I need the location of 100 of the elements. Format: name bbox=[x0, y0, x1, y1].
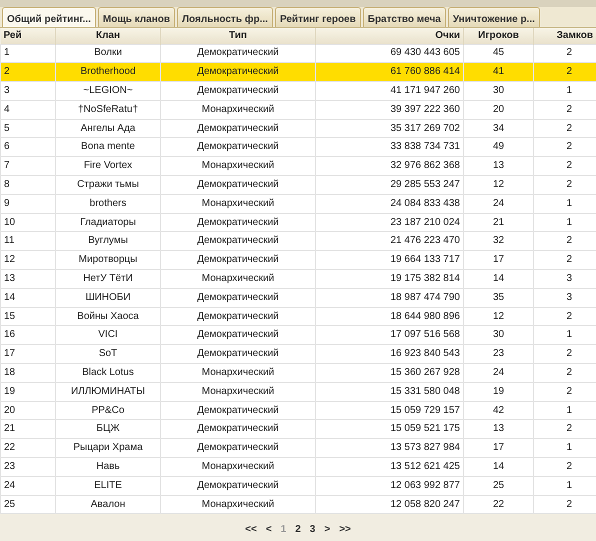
table-cell: Монархический bbox=[160, 100, 316, 120]
table-cell: 13 bbox=[464, 420, 534, 439]
table-cell: 2 bbox=[534, 250, 596, 270]
table-cell: 19 664 133 717 bbox=[316, 250, 464, 270]
table-cell: Демократический bbox=[160, 438, 316, 458]
page-link[interactable]: << bbox=[245, 522, 257, 538]
table-cell: 1 bbox=[0, 44, 56, 63]
table-cell: 3 bbox=[534, 270, 596, 288]
table-cell: 20 bbox=[0, 401, 56, 420]
table-cell: 13 512 621 425 bbox=[316, 458, 464, 476]
table-cell: Демократический bbox=[160, 344, 316, 364]
column-header[interactable]: Тип bbox=[160, 28, 316, 44]
table-cell: 18 987 474 790 bbox=[316, 288, 464, 308]
column-header[interactable]: Игроков bbox=[464, 28, 534, 44]
table-cell: 13 573 827 984 bbox=[316, 438, 464, 458]
table-cell: 15 331 580 048 bbox=[316, 382, 464, 402]
table-cell: Монархический bbox=[160, 156, 316, 176]
table-cell: 1 bbox=[534, 194, 596, 214]
table-cell: 6 bbox=[0, 138, 56, 157]
table-cell: Демократический bbox=[160, 326, 316, 345]
table-cell: 12 bbox=[464, 176, 534, 194]
table-cell: 21 476 223 470 bbox=[316, 232, 464, 251]
table-cell: 14 bbox=[464, 270, 534, 288]
table-cell: 2 bbox=[534, 495, 596, 514]
table-cell: Демократический bbox=[160, 82, 316, 100]
table-cell: ELITE bbox=[56, 476, 160, 496]
table-cell: 19 bbox=[0, 382, 56, 402]
table-cell: 15 059 729 157 bbox=[316, 401, 464, 420]
table-cell: Демократический bbox=[160, 232, 316, 251]
table-cell: 35 bbox=[464, 288, 534, 308]
page-link[interactable]: 3 bbox=[310, 522, 316, 538]
table-cell: 2 bbox=[534, 156, 596, 176]
table-cell: 3 bbox=[534, 288, 596, 308]
table-cell: 15 059 521 175 bbox=[316, 420, 464, 439]
table-cell: 2 bbox=[534, 307, 596, 326]
table-cell: Демократический bbox=[160, 62, 316, 82]
table-cell: Демократический bbox=[160, 401, 316, 420]
table-cell: 24 bbox=[0, 476, 56, 496]
table-cell: 2 bbox=[534, 364, 596, 382]
table-cell: Монархический bbox=[160, 194, 316, 214]
table-cell: 11 bbox=[0, 232, 56, 251]
table-cell: Монархический bbox=[160, 495, 316, 514]
table-cell: ~LEGION~ bbox=[56, 82, 160, 100]
table-cell: 41 bbox=[464, 62, 534, 82]
table-cell: 2 bbox=[534, 344, 596, 364]
table-cell: 49 bbox=[464, 138, 534, 157]
table-cell: Black Lotus bbox=[56, 364, 160, 382]
table-cell: Миротворцы bbox=[56, 250, 160, 270]
table-cell: 2 bbox=[534, 62, 596, 82]
table-cell: Демократический bbox=[160, 213, 316, 232]
table-cell: 2 bbox=[534, 176, 596, 194]
table-cell: БЦЖ bbox=[56, 420, 160, 439]
table-cell: SoT bbox=[56, 344, 160, 364]
table-cell: 22 bbox=[0, 438, 56, 458]
table-cell: 17 097 516 568 bbox=[316, 326, 464, 345]
tab[interactable]: Лояльность фр... bbox=[177, 7, 273, 27]
table-cell: Авалон bbox=[56, 495, 160, 514]
table-cell: Стражи тьмы bbox=[56, 176, 160, 194]
table-cell: 16 bbox=[0, 326, 56, 345]
column-header[interactable]: Очки bbox=[316, 28, 464, 44]
table-cell: ИЛЛЮМИНАТЫ bbox=[56, 382, 160, 402]
tab[interactable]: Рейтинг героев bbox=[274, 7, 361, 27]
table-cell: Демократический bbox=[160, 307, 316, 326]
page-link[interactable]: > bbox=[324, 522, 330, 538]
tab[interactable]: Братство меча bbox=[362, 7, 446, 27]
table-cell: 1 bbox=[534, 213, 596, 232]
tab[interactable]: Уничтожение р... bbox=[448, 7, 540, 27]
table-cell: 12 063 992 877 bbox=[316, 476, 464, 496]
table-cell: Вуглумы bbox=[56, 232, 160, 251]
table-cell: 2 bbox=[534, 232, 596, 251]
page-link[interactable]: >> bbox=[339, 522, 351, 538]
table-cell: Монархический bbox=[160, 458, 316, 476]
table-cell: 15 360 267 928 bbox=[316, 364, 464, 382]
table-cell: 1 bbox=[534, 326, 596, 345]
table-cell: 17 bbox=[464, 438, 534, 458]
tab[interactable]: Мощь кланов bbox=[98, 7, 176, 27]
table-cell: 13 bbox=[0, 270, 56, 288]
table-cell: Fire Vortex bbox=[56, 156, 160, 176]
table-cell: 24 bbox=[464, 194, 534, 214]
table-cell: 25 bbox=[0, 495, 56, 514]
table-cell: Демократический bbox=[160, 138, 316, 157]
table-cell: Монархический bbox=[160, 382, 316, 402]
table-cell: 17 bbox=[464, 250, 534, 270]
tab[interactable]: Общий рейтинг... bbox=[2, 7, 96, 27]
table-cell: VICI bbox=[56, 326, 160, 345]
table-cell: 22 bbox=[464, 495, 534, 514]
page-link[interactable]: 2 bbox=[295, 522, 301, 538]
table-cell: 3 bbox=[0, 82, 56, 100]
column-header[interactable]: Клан bbox=[56, 28, 160, 44]
table-cell: PP&Co bbox=[56, 401, 160, 420]
table-cell: Демократический bbox=[160, 250, 316, 270]
table-cell: 45 bbox=[464, 44, 534, 63]
page-link[interactable]: < bbox=[266, 522, 272, 538]
table-cell: 21 bbox=[464, 213, 534, 232]
column-header[interactable]: Рей bbox=[0, 28, 56, 44]
table-cell: 15 bbox=[0, 307, 56, 326]
table-cell: †NoSfeRatu† bbox=[56, 100, 160, 120]
column-header[interactable]: Замков bbox=[534, 28, 596, 44]
table-cell: Навь bbox=[56, 458, 160, 476]
table-cell: Рыцари Храма bbox=[56, 438, 160, 458]
